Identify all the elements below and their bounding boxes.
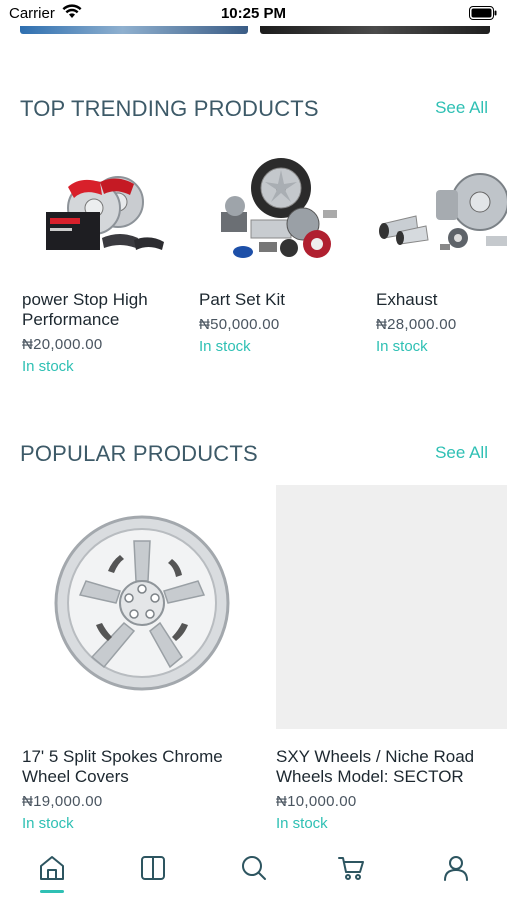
banner-image-right[interactable] [260,26,490,34]
tab-search[interactable] [234,850,274,890]
stock-status: In stock [22,358,74,375]
trending-title: TOP TRENDING PRODUCTS [20,96,319,121]
product-price: ₦50,000.00 [199,316,280,333]
product-name: SXY Wheels / Niche Road Wheels Model: SE… [276,747,475,786]
product-name: Part Set Kit [199,290,285,309]
catalog-icon [139,854,167,887]
product-price: ₦20,000.00 [22,336,103,353]
profile-icon [442,854,470,887]
popular-section-header: POPULAR PRODUCTS See All [20,441,488,469]
popular-product-card[interactable]: 17' 5 Split Spokes Chrome Wheel Covers ₦… [22,485,254,832]
product-price: ₦19,000.00 [22,793,103,810]
stock-status: In stock [376,338,428,355]
battery-icon [469,6,497,25]
trending-product-card[interactable]: power Stop High Performance ₦20,000.00 I… [22,140,192,375]
trending-see-all-link[interactable]: See All [435,98,488,118]
banner-image-left[interactable] [20,26,248,34]
part-set-kit-image [199,140,349,290]
image-placeholder [276,485,507,729]
tab-catalog[interactable] [133,850,173,890]
wheel-cover-image [22,485,254,729]
exhaust-image [376,140,507,290]
trending-product-card[interactable]: Exhaust ₦28,000.00 In stock [376,140,507,355]
stock-status: In stock [199,338,251,355]
cart-icon [337,854,365,887]
popular-see-all-link[interactable]: See All [435,443,488,463]
search-icon [240,854,268,887]
home-icon [38,854,66,887]
trending-section-header: TOP TRENDING PRODUCTS See All [20,96,488,124]
stock-status: In stock [22,815,74,832]
product-price: ₦10,000.00 [276,793,357,810]
tab-cart[interactable] [331,850,371,890]
stock-status: In stock [276,815,328,832]
tab-profile[interactable] [436,850,476,890]
tab-home[interactable] [32,850,72,890]
product-name: Exhaust [376,290,438,309]
popular-title: POPULAR PRODUCTS [20,441,258,466]
status-time: 10:25 PM [220,5,287,22]
trending-product-card[interactable]: Part Set Kit ₦50,000.00 In stock [199,140,369,355]
status-bar: Carrier 10:25 PM [0,0,507,26]
product-name: 17' 5 Split Spokes Chrome Wheel Covers [22,747,223,786]
product-name: power Stop High Performance [22,290,148,329]
popular-product-card[interactable]: SXY Wheels / Niche Road Wheels Model: SE… [276,485,507,832]
product-price: ₦28,000.00 [376,316,457,333]
bottom-tab-bar [0,840,507,900]
active-tab-indicator [40,890,64,893]
brake-kit-image [22,140,172,290]
